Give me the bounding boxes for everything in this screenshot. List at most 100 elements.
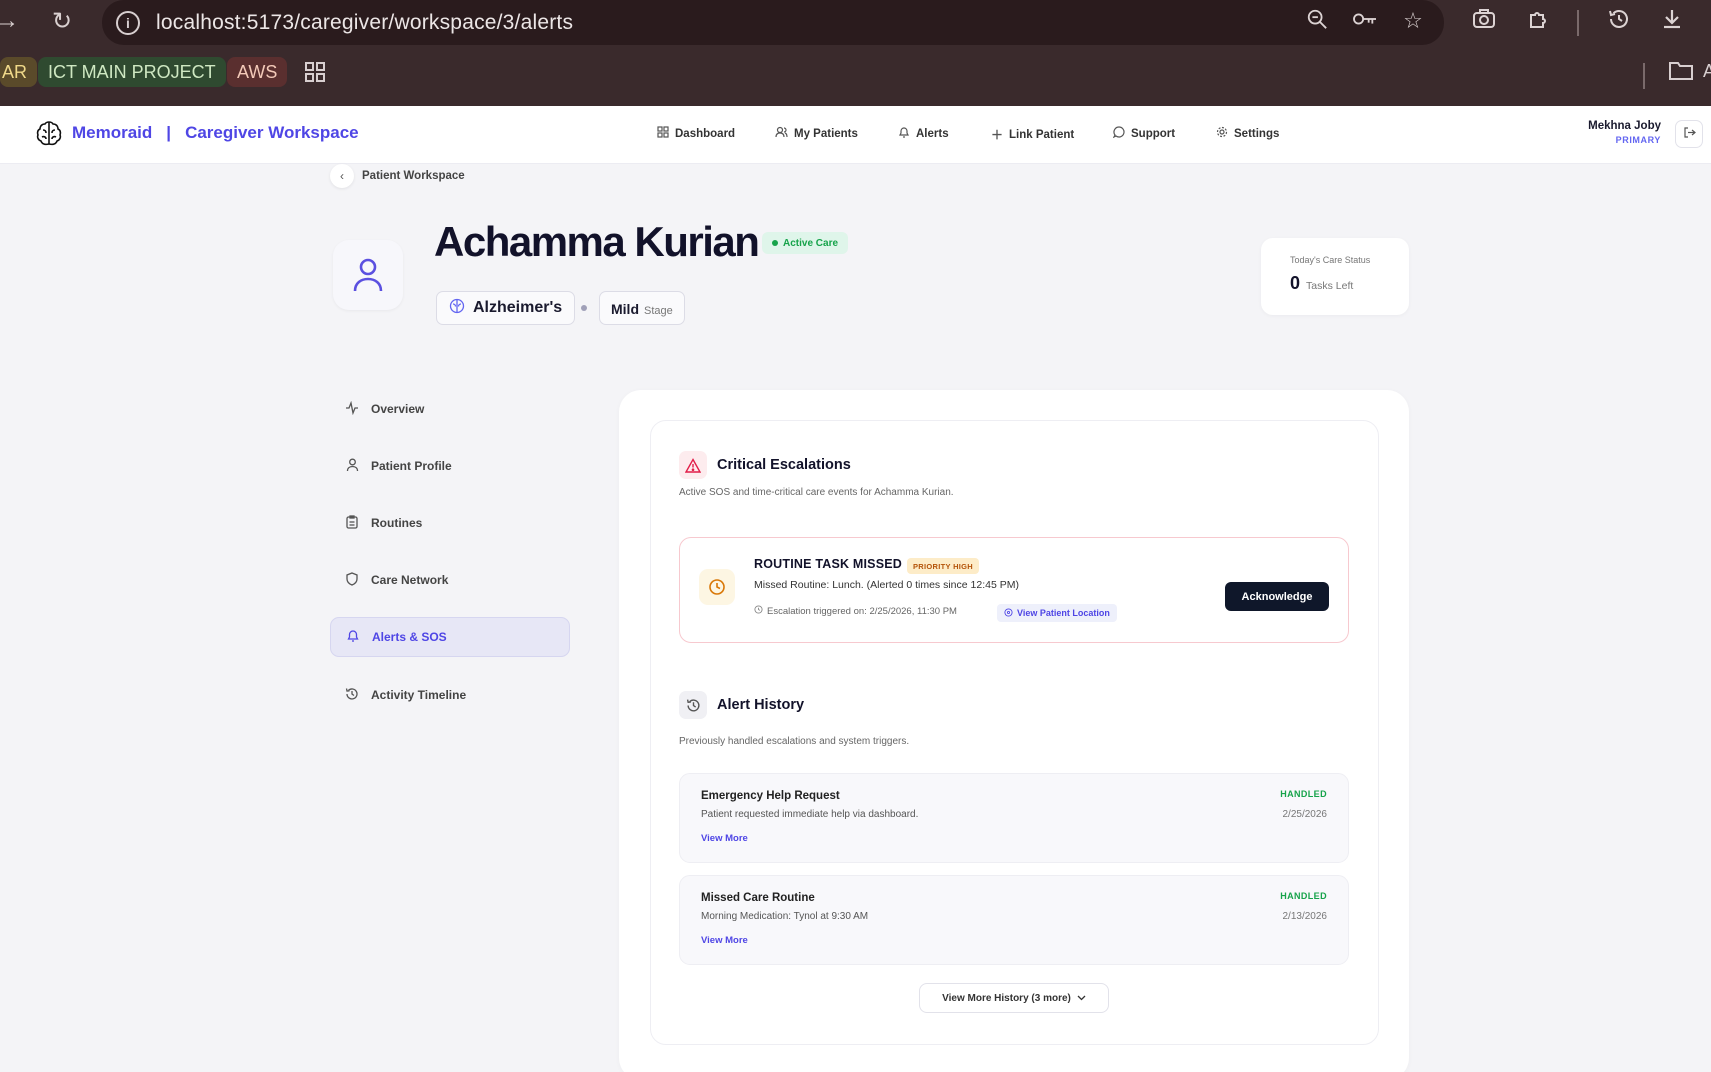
- screenshot-icon[interactable]: [1472, 7, 1496, 31]
- history-icon[interactable]: [1607, 7, 1631, 31]
- clock-icon: [699, 569, 735, 605]
- sidebar-item-care-network[interactable]: Care Network: [330, 560, 570, 600]
- status-dot: [772, 240, 778, 246]
- escalation-card: ROUTINE TASK MISSED PRIORITY HIGH Missed…: [679, 537, 1349, 643]
- back-button[interactable]: ‹: [330, 164, 354, 188]
- sidebar-item-label: Patient Profile: [371, 459, 452, 473]
- toolbar-divider: [1577, 10, 1579, 36]
- bookmark-ar[interactable]: AR: [0, 57, 38, 87]
- history-item: Emergency Help Request Patient requested…: [679, 773, 1349, 863]
- tasks-left-label: Tasks Left: [1306, 280, 1354, 292]
- view-patient-location-link[interactable]: View Patient Location: [997, 604, 1117, 622]
- brand-separator: |: [166, 123, 172, 142]
- activity-icon: [345, 400, 359, 418]
- history-icon: [679, 691, 707, 719]
- nav-settings-label: Settings: [1234, 127, 1280, 140]
- forward-arrow-icon[interactable]: →: [0, 6, 22, 36]
- escalation-title: ROUTINE TASK MISSED: [754, 557, 903, 571]
- care-status-card: Today's Care Status 0 Tasks Left: [1261, 238, 1409, 315]
- history-item-description: Patient requested immediate help via das…: [701, 809, 919, 820]
- warning-triangle-icon: [679, 451, 707, 479]
- bookmark-aws[interactable]: AWS: [227, 57, 288, 87]
- escalation-description: Missed Routine: Lunch. (Alerted 0 times …: [754, 579, 1019, 591]
- view-more-link[interactable]: View More: [701, 935, 748, 946]
- app-header: Memoraid | Caregiver Workspace Dashboard…: [0, 106, 1711, 164]
- stage-badge: Mild Stage: [599, 291, 685, 325]
- history-icon: [345, 687, 359, 704]
- breadcrumb-label[interactable]: Patient Workspace: [362, 170, 465, 182]
- nav-link-patient-label: Link Patient: [1009, 128, 1075, 141]
- user-name: Mekhna Joby: [1588, 120, 1661, 132]
- bookmarks-bar: AR ICT MAIN PROJECT AWS A: [0, 45, 1711, 106]
- history-item-date: 2/25/2026: [1282, 809, 1328, 820]
- sidebar-item-activity-timeline[interactable]: Activity Timeline: [330, 675, 570, 715]
- brain-logo-icon: [36, 121, 62, 146]
- status-badge: Active Care: [762, 232, 849, 254]
- apps-grid-icon[interactable]: [304, 61, 326, 89]
- site-info-icon[interactable]: i: [116, 10, 140, 35]
- brand[interactable]: Memoraid | Caregiver Workspace: [34, 118, 359, 148]
- user-icon: [345, 458, 359, 475]
- logout-icon: [1683, 126, 1696, 142]
- nav-support-label: Support: [1131, 127, 1176, 140]
- nav-settings[interactable]: Settings: [1216, 126, 1279, 141]
- brain-icon: [449, 298, 465, 319]
- bookmark-star-icon[interactable]: ☆: [1400, 8, 1426, 36]
- history-item-status: HANDLED: [1280, 789, 1327, 799]
- address-bar[interactable]: i localhost:5173/caregiver/workspace/3/a…: [102, 0, 1444, 45]
- nav-dashboard[interactable]: Dashboard: [657, 126, 735, 141]
- chevron-down-icon: [1077, 993, 1086, 1004]
- clipboard-icon: [345, 514, 359, 532]
- user-info[interactable]: Mekhna Joby PRIMARY: [1588, 120, 1661, 145]
- acknowledge-button[interactable]: Acknowledge: [1225, 582, 1329, 611]
- sidebar-item-label: Overview: [371, 402, 425, 416]
- bookmark-ict-main-project[interactable]: ICT MAIN PROJECT: [38, 57, 226, 87]
- sidebar-item-patient-profile[interactable]: Patient Profile: [330, 446, 570, 486]
- nav-my-patients[interactable]: My Patients: [775, 126, 858, 141]
- logout-button[interactable]: [1675, 120, 1703, 148]
- nav-dashboard-label: Dashboard: [675, 127, 736, 140]
- history-item: Missed Care Routine Morning Medication: …: [679, 875, 1349, 965]
- priority-badge: PRIORITY HIGH: [907, 558, 980, 574]
- bookmark-overflow[interactable]: A: [1703, 61, 1711, 82]
- history-item-status: HANDLED: [1280, 891, 1327, 901]
- nav-alerts-label: Alerts: [916, 128, 949, 140]
- nav-support[interactable]: Support: [1112, 126, 1176, 141]
- history-item-title: Missed Care Routine: [701, 892, 815, 904]
- nav-my-patients-label: My Patients: [794, 127, 858, 140]
- sidebar-item-label: Activity Timeline: [371, 688, 467, 702]
- sidebar-item-label: Routines: [371, 516, 423, 530]
- view-patient-location-label: View Patient Location: [1017, 608, 1110, 618]
- folder-icon[interactable]: [1668, 59, 1694, 87]
- plus-icon: ＋: [991, 128, 1004, 142]
- patient-name: Achamma Kurian: [434, 218, 760, 265]
- view-more-history-button[interactable]: View More History (3 more): [919, 983, 1109, 1013]
- reload-icon[interactable]: ↻: [47, 6, 77, 36]
- chevron-left-icon: ‹: [340, 169, 344, 183]
- nav-alerts[interactable]: Alerts: [898, 126, 949, 142]
- workspace-name: Caregiver Workspace: [185, 123, 359, 142]
- download-icon[interactable]: [1660, 7, 1684, 31]
- diagnosis-label: Alzheimer's: [473, 299, 563, 316]
- sidebar-item-label: Care Network: [371, 573, 449, 587]
- nav-link-patient[interactable]: ＋ Link Patient: [991, 126, 1074, 143]
- url-text[interactable]: localhost:5173/caregiver/workspace/3/ale…: [156, 11, 573, 35]
- sidebar-item-routines[interactable]: Routines: [330, 503, 570, 543]
- alert-history-title: Alert History: [717, 697, 805, 713]
- user-role: PRIMARY: [1615, 135, 1661, 145]
- user-icon: [353, 258, 383, 292]
- extensions-icon[interactable]: [1527, 7, 1551, 31]
- diagnosis-badge: Alzheimer's: [436, 291, 576, 325]
- sidebar-item-alerts-sos[interactable]: Alerts & SOS: [330, 617, 570, 657]
- escalation-trigger-time: Escalation triggered on: 2/25/2026, 11:3…: [754, 605, 957, 617]
- tasks-left-count: 0: [1290, 273, 1301, 293]
- status-label: Active Care: [783, 237, 839, 249]
- key-icon[interactable]: [1352, 8, 1378, 36]
- view-more-link[interactable]: View More: [701, 833, 748, 844]
- sidebar-item-label: Alerts & SOS: [372, 630, 447, 644]
- critical-escalations-heading: Critical Escalations: [679, 451, 851, 479]
- bell-icon: [898, 126, 910, 142]
- sidebar-item-overview[interactable]: Overview: [330, 389, 570, 429]
- zoom-icon[interactable]: [1304, 8, 1330, 36]
- browser-toolbar: → ↻ i localhost:5173/caregiver/workspace…: [0, 0, 1711, 45]
